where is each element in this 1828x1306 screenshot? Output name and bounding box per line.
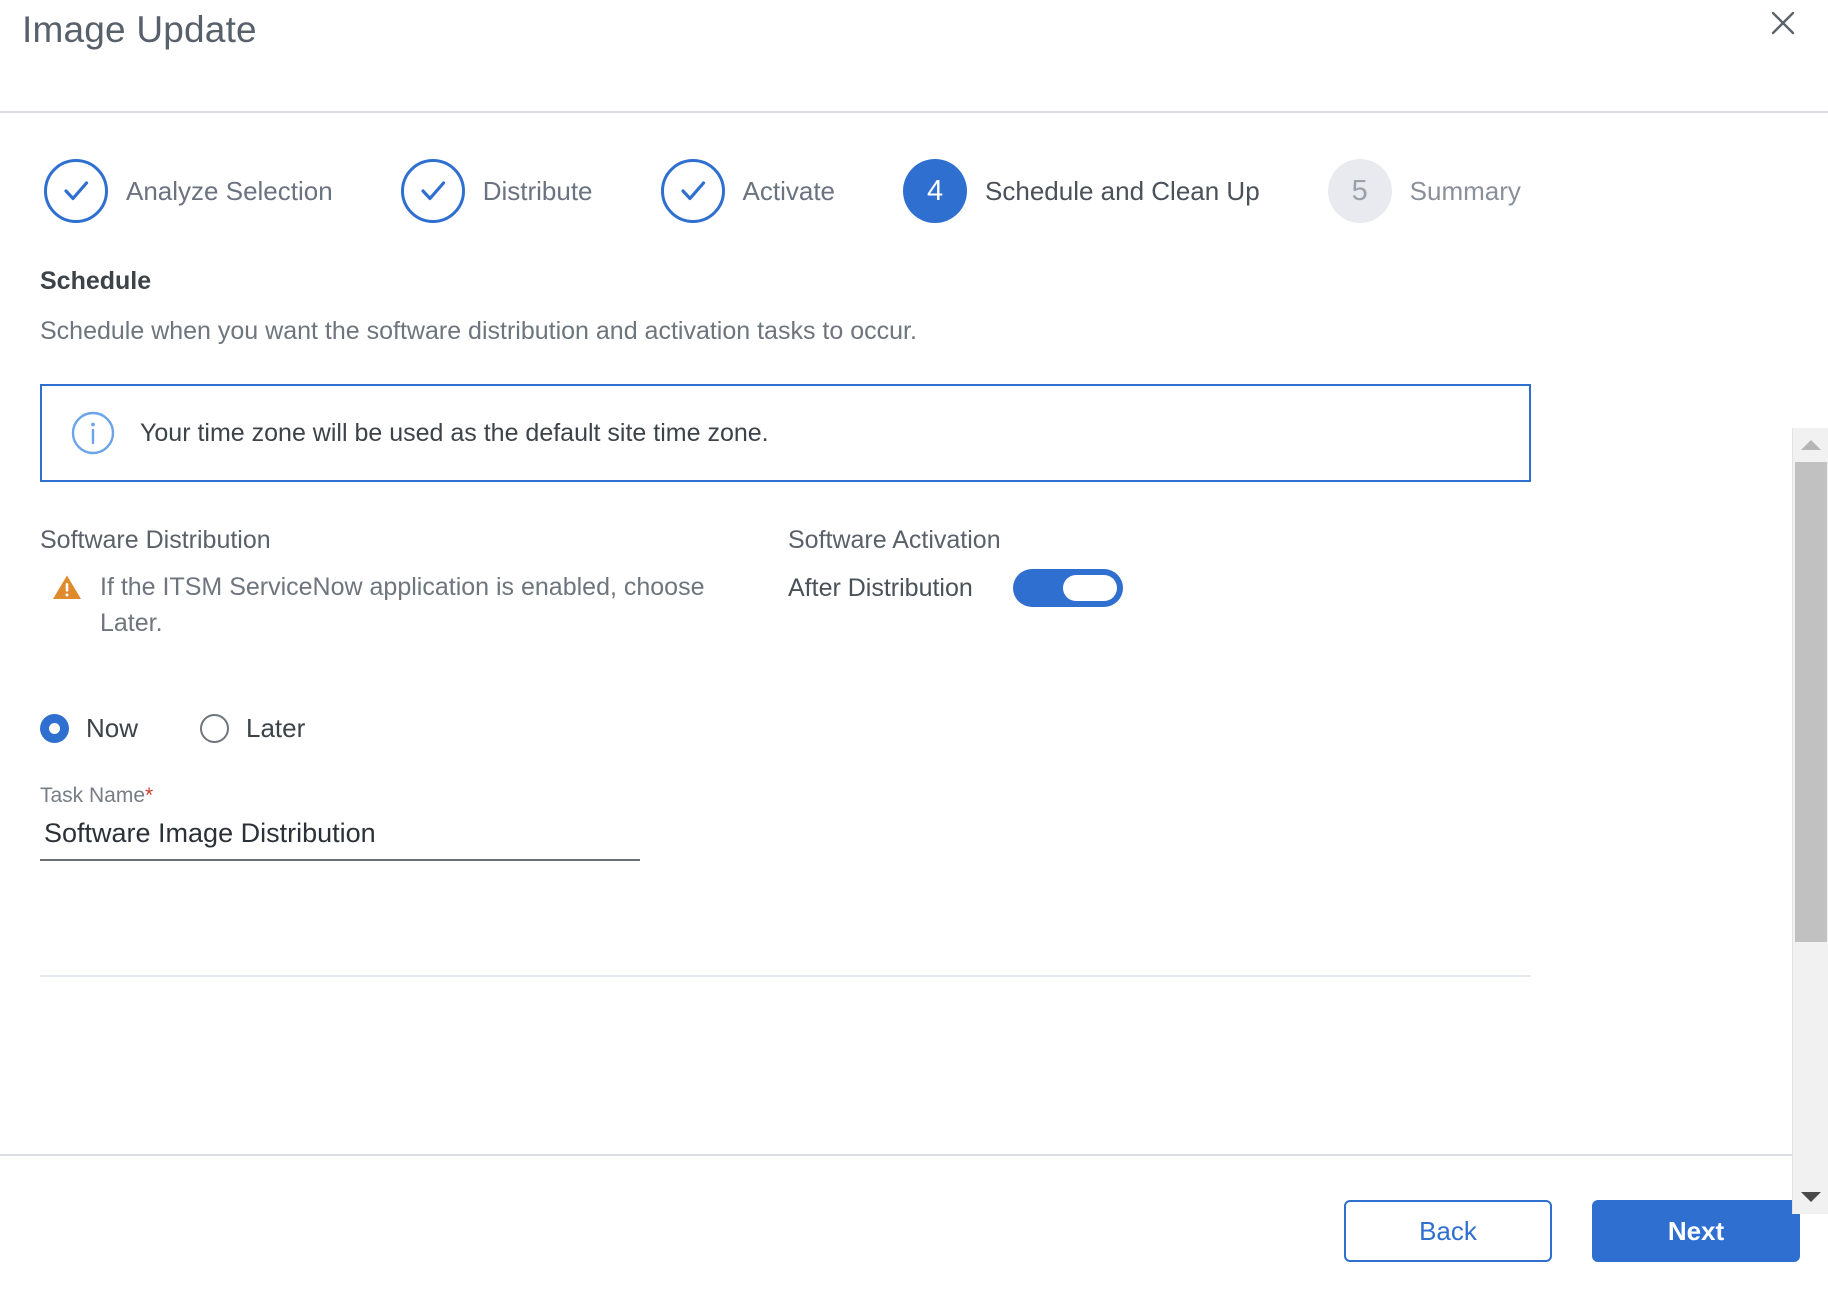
step-circle-done-icon — [660, 159, 725, 223]
wizard-stepper: Analyze Selection Distribute Activate 4 … — [0, 113, 1828, 223]
modal-footer: Back Next — [0, 1154, 1828, 1306]
radio-label: Later — [246, 713, 306, 743]
step-summary[interactable]: 5 Summary — [1327, 159, 1521, 223]
task-name-label: Task Name* — [40, 784, 640, 808]
radio-option-later[interactable]: Later — [200, 713, 305, 744]
info-banner-text: Your time zone will be used as the defau… — [140, 418, 769, 447]
schedule-section: Schedule Schedule when you want the soft… — [0, 267, 1828, 977]
after-distribution-toggle[interactable] — [1012, 569, 1123, 607]
distribution-warning: If the ITSM ServiceNow application is en… — [40, 569, 788, 641]
step-schedule-and-clean-up[interactable]: 4 Schedule and Clean Up — [903, 159, 1260, 223]
software-distribution-heading: Software Distribution — [40, 526, 271, 554]
after-distribution-label: After Distribution — [788, 573, 973, 602]
radio-label: Now — [86, 713, 139, 743]
schedule-heading: Schedule — [40, 267, 152, 295]
distribution-schedule-radio-group: Now Later — [40, 713, 1828, 744]
radio-unselected-icon — [200, 714, 230, 743]
task-name-input[interactable] — [40, 818, 640, 861]
activation-toggle-row: After Distribution — [788, 569, 1828, 607]
step-label: Schedule and Clean Up — [985, 175, 1260, 206]
schedule-description: Schedule when you want the software dist… — [40, 317, 917, 345]
step-circle-done-icon — [400, 159, 465, 223]
scrollbar-thumb[interactable] — [1794, 462, 1827, 942]
step-analyze-selection[interactable]: Analyze Selection — [44, 159, 333, 223]
page-title: Image Update — [22, 9, 257, 50]
next-button[interactable]: Next — [1592, 1200, 1800, 1262]
modal-header: Image Update — [0, 0, 1828, 113]
step-circle-done-icon — [44, 159, 108, 223]
chevron-down-icon[interactable] — [1793, 1180, 1828, 1214]
step-label: Analyze Selection — [126, 175, 333, 206]
distribution-warning-text: If the ITSM ServiceNow application is en… — [100, 573, 705, 637]
step-label: Summary — [1409, 175, 1521, 206]
chevron-up-icon[interactable] — [1793, 428, 1828, 462]
task-name-label-text: Task Name — [40, 784, 146, 807]
warning-triangle-icon — [52, 574, 82, 611]
software-distribution-column: Software Distribution If the ITSM Servic… — [40, 526, 788, 641]
radio-option-now[interactable]: Now — [40, 713, 138, 744]
scrollbar-track[interactable] — [1793, 462, 1828, 1180]
step-label: Distribute — [482, 175, 593, 206]
image-update-modal: Image Update Analyze Selection Distribut… — [0, 0, 1828, 1306]
step-circle-active: 4 — [903, 159, 968, 223]
toggle-knob — [1062, 575, 1117, 601]
required-marker: * — [145, 784, 154, 807]
software-activation-column: Software Activation After Distribution — [788, 526, 1828, 641]
step-circle-todo: 5 — [1327, 159, 1392, 223]
step-activate[interactable]: Activate — [660, 159, 836, 223]
info-banner: Your time zone will be used as the defau… — [40, 384, 1531, 482]
back-button[interactable]: Back — [1344, 1200, 1552, 1262]
software-activation-heading: Software Activation — [788, 526, 1001, 554]
schedule-columns: Software Distribution If the ITSM Servic… — [40, 526, 1828, 641]
step-label: Activate — [742, 175, 836, 206]
vertical-scrollbar[interactable] — [1792, 428, 1828, 1214]
content-divider — [40, 975, 1531, 977]
close-icon[interactable] — [1763, 3, 1803, 43]
task-name-field: Task Name* — [40, 784, 640, 861]
radio-selected-icon — [40, 714, 69, 743]
info-circle-icon — [70, 410, 116, 456]
modal-body: Analyze Selection Distribute Activate 4 … — [0, 113, 1828, 1214]
step-distribute[interactable]: Distribute — [400, 159, 593, 223]
